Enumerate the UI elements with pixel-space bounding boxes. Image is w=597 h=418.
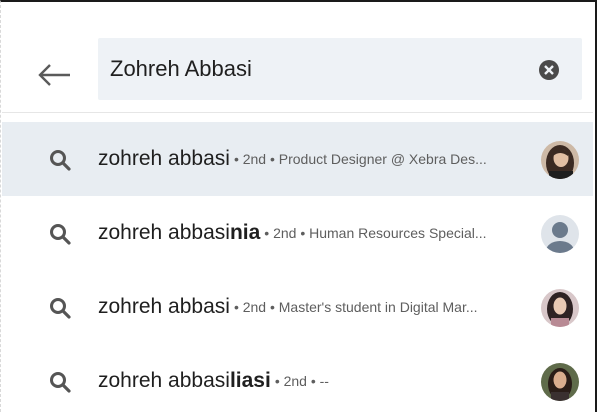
search-icon xyxy=(50,298,71,319)
suggestion-row[interactable]: zohreh abbasi • 2nd • Product Designer @… xyxy=(2,122,593,196)
search-input[interactable] xyxy=(110,38,510,100)
suggestion-row[interactable]: zohreh abbasi • 2nd • Master's student i… xyxy=(2,270,593,344)
avatar xyxy=(541,141,579,179)
suggestion-list: zohreh abbasi • 2nd • Product Designer @… xyxy=(2,122,593,418)
suggestion-name: zohreh abbasi xyxy=(98,221,230,244)
app-frame: zohreh abbasi • 2nd • Product Designer @… xyxy=(0,0,597,412)
avatar-placeholder-silhouette xyxy=(541,215,579,253)
suggestion-row[interactable]: zohreh abbasi nia • 2nd • Human Resource… xyxy=(2,196,593,270)
search-box xyxy=(98,38,582,100)
back-button[interactable] xyxy=(34,58,74,92)
suggestion-text: zohreh abbasi • 2nd • Master's student i… xyxy=(98,270,523,344)
search-icon xyxy=(50,372,71,393)
suggestion-name: zohreh abbasi xyxy=(98,147,230,170)
suggestion-meta: • 2nd • Human Resources Special... xyxy=(264,225,487,241)
clear-button[interactable] xyxy=(538,59,560,81)
avatar-photo-woman-3 xyxy=(541,363,579,401)
avatar xyxy=(541,363,579,401)
search-header xyxy=(2,4,593,113)
suggestion-meta: • 2nd • -- xyxy=(274,373,329,389)
suggestion-name-suffix: nia xyxy=(229,221,261,244)
suggestion-text: zohreh abbasi nia • 2nd • Human Resource… xyxy=(98,196,523,270)
clear-circle-icon xyxy=(539,60,559,80)
avatar-photo-woman-1 xyxy=(541,141,579,179)
suggestion-row[interactable]: zohreh abbasi liasi • 2nd • -- xyxy=(2,344,593,418)
avatar xyxy=(541,215,579,253)
suggestion-name: zohreh abbasi xyxy=(98,295,230,318)
avatar-photo-woman-2 xyxy=(541,289,579,327)
avatar xyxy=(541,289,579,327)
suggestion-name-suffix: liasi xyxy=(229,369,271,392)
search-icon xyxy=(50,224,71,245)
suggestion-meta: • 2nd • Master's student in Digital Mar.… xyxy=(233,299,478,315)
suggestion-meta: • 2nd • Product Designer @ Xebra Des... xyxy=(233,151,487,167)
arrow-left-icon xyxy=(38,64,70,86)
search-icon xyxy=(50,150,71,171)
suggestion-name: zohreh abbasi xyxy=(98,369,230,392)
suggestion-text: zohreh abbasi • 2nd • Product Designer @… xyxy=(98,122,523,196)
suggestion-text: zohreh abbasi liasi • 2nd • -- xyxy=(98,344,523,418)
